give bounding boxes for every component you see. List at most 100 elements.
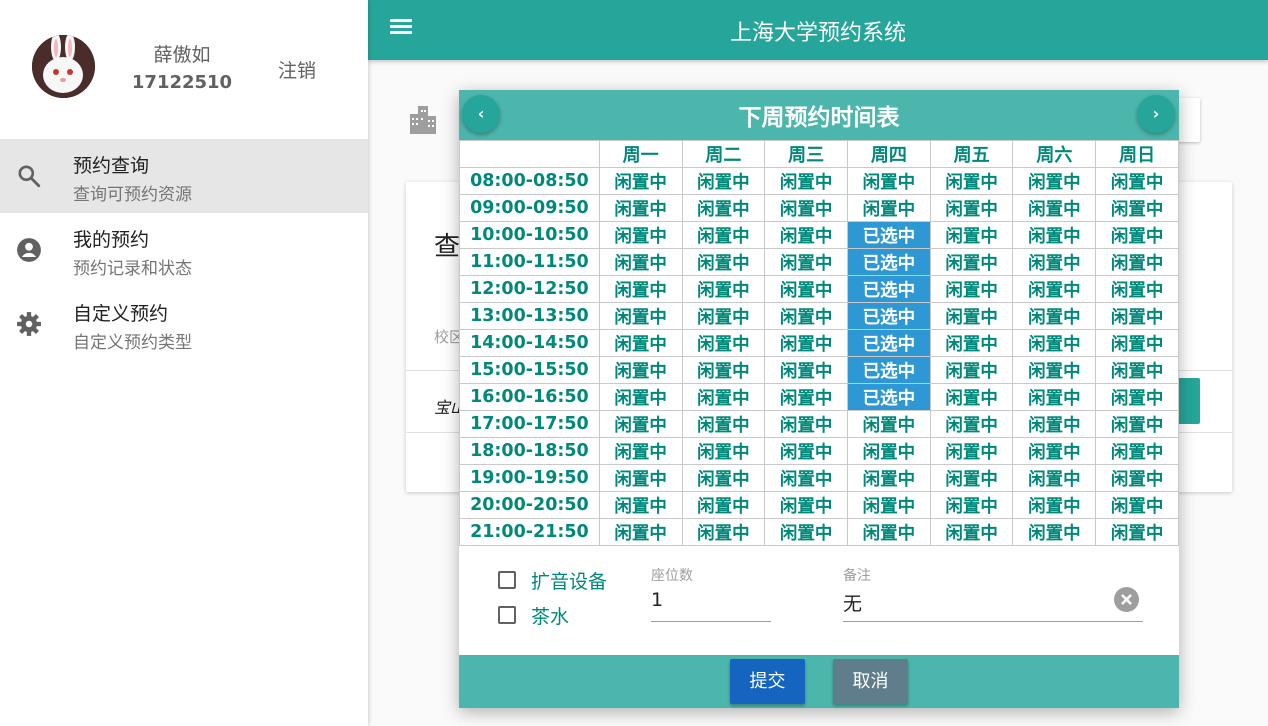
slot-cell-free[interactable]: 闲置中	[681, 275, 766, 303]
slot-cell-free[interactable]: 闲置中	[1012, 437, 1097, 465]
slot-cell-free[interactable]: 闲置中	[681, 410, 766, 438]
slot-cell-free[interactable]: 闲置中	[1012, 518, 1097, 546]
slot-cell-free[interactable]: 闲置中	[929, 437, 1014, 465]
slot-cell-selected[interactable]: 已选中	[847, 383, 931, 411]
submit-button[interactable]: 提交	[730, 659, 805, 704]
prev-week-button[interactable]: ‹	[462, 95, 500, 133]
slot-cell-free[interactable]: 闲置中	[929, 518, 1014, 546]
slot-cell-free[interactable]: 闲置中	[681, 491, 766, 519]
slot-cell-free[interactable]: 闲置中	[1095, 167, 1179, 195]
slot-cell-selected[interactable]: 已选中	[847, 248, 931, 276]
slot-cell-free[interactable]: 闲置中	[1095, 275, 1179, 303]
slot-cell-free[interactable]: 闲置中	[1012, 221, 1097, 249]
next-week-button[interactable]: ›	[1137, 95, 1175, 133]
slot-cell-free[interactable]: 闲置中	[929, 410, 1014, 438]
slot-cell-free[interactable]: 闲置中	[681, 221, 766, 249]
slot-cell-free[interactable]: 闲置中	[764, 248, 849, 276]
slot-cell-free[interactable]: 闲置中	[598, 329, 683, 357]
slot-cell-free[interactable]: 闲置中	[598, 221, 683, 249]
slot-cell-free[interactable]: 闲置中	[764, 491, 849, 519]
slot-cell-free[interactable]: 闲置中	[847, 167, 931, 195]
slot-cell-free[interactable]: 闲置中	[681, 437, 766, 465]
slot-cell-free[interactable]: 闲置中	[1012, 356, 1097, 384]
slot-cell-free[interactable]: 闲置中	[764, 302, 849, 330]
slot-cell-free[interactable]: 闲置中	[764, 383, 849, 411]
slot-cell-free[interactable]: 闲置中	[1012, 302, 1097, 330]
slot-cell-free[interactable]: 闲置中	[598, 464, 683, 492]
slot-cell-free[interactable]: 闲置中	[847, 518, 931, 546]
slot-cell-free[interactable]: 闲置中	[598, 194, 683, 222]
slot-cell-free[interactable]: 闲置中	[1095, 464, 1179, 492]
slot-cell-free[interactable]: 闲置中	[847, 437, 931, 465]
checkbox-icon[interactable]	[498, 571, 516, 589]
slot-cell-free[interactable]: 闲置中	[764, 194, 849, 222]
checkbox-icon[interactable]	[498, 606, 516, 624]
slot-cell-free[interactable]: 闲置中	[1012, 248, 1097, 276]
slot-cell-free[interactable]: 闲置中	[929, 194, 1014, 222]
sidebar-item-query[interactable]: 预约查询 查询可预约资源	[0, 139, 368, 213]
slot-cell-free[interactable]: 闲置中	[681, 194, 766, 222]
slot-cell-free[interactable]: 闲置中	[681, 464, 766, 492]
slot-cell-selected[interactable]: 已选中	[847, 302, 931, 330]
slot-cell-free[interactable]: 闲置中	[847, 194, 931, 222]
slot-cell-free[interactable]: 闲置中	[847, 464, 931, 492]
slot-cell-free[interactable]: 闲置中	[1095, 518, 1179, 546]
option-audio-checkbox[interactable]: 扩音设备	[498, 567, 638, 593]
slot-cell-free[interactable]: 闲置中	[598, 167, 683, 195]
slot-cell-selected[interactable]: 已选中	[847, 329, 931, 357]
slot-cell-free[interactable]: 闲置中	[1095, 329, 1179, 357]
slot-cell-free[interactable]: 闲置中	[764, 356, 849, 384]
slot-cell-free[interactable]: 闲置中	[847, 491, 931, 519]
slot-cell-free[interactable]: 闲置中	[1095, 410, 1179, 438]
slot-cell-free[interactable]: 闲置中	[1095, 356, 1179, 384]
slot-cell-free[interactable]: 闲置中	[681, 329, 766, 357]
slot-cell-free[interactable]: 闲置中	[1012, 464, 1097, 492]
slot-cell-free[interactable]: 闲置中	[929, 221, 1014, 249]
slot-cell-free[interactable]: 闲置中	[1012, 491, 1097, 519]
slot-cell-free[interactable]: 闲置中	[598, 491, 683, 519]
slot-cell-free[interactable]: 闲置中	[929, 167, 1014, 195]
slot-cell-free[interactable]: 闲置中	[681, 383, 766, 411]
slot-cell-free[interactable]: 闲置中	[929, 275, 1014, 303]
option-tea-checkbox[interactable]: 茶水	[498, 602, 638, 628]
slot-cell-free[interactable]: 闲置中	[1095, 383, 1179, 411]
clear-icon[interactable]	[1114, 587, 1139, 612]
slot-cell-free[interactable]: 闲置中	[1012, 275, 1097, 303]
slot-cell-free[interactable]: 闲置中	[929, 356, 1014, 384]
slot-cell-free[interactable]: 闲置中	[764, 410, 849, 438]
slot-cell-free[interactable]: 闲置中	[1012, 410, 1097, 438]
seats-input[interactable]: 1	[651, 589, 663, 611]
sidebar-item-custom[interactable]: 自定义预约 自定义预约类型	[0, 287, 368, 361]
slot-cell-free[interactable]: 闲置中	[681, 167, 766, 195]
slot-cell-free[interactable]: 闲置中	[598, 275, 683, 303]
slot-cell-free[interactable]: 闲置中	[764, 437, 849, 465]
cancel-button[interactable]: 取消	[833, 659, 908, 704]
slot-cell-free[interactable]: 闲置中	[598, 383, 683, 411]
slot-cell-free[interactable]: 闲置中	[598, 410, 683, 438]
slot-cell-free[interactable]: 闲置中	[1095, 194, 1179, 222]
slot-cell-free[interactable]: 闲置中	[598, 356, 683, 384]
slot-cell-free[interactable]: 闲置中	[681, 356, 766, 384]
slot-cell-free[interactable]: 闲置中	[929, 464, 1014, 492]
book-button[interactable]	[1176, 378, 1200, 424]
slot-cell-free[interactable]: 闲置中	[847, 410, 931, 438]
slot-cell-selected[interactable]: 已选中	[847, 275, 931, 303]
slot-cell-free[interactable]: 闲置中	[929, 248, 1014, 276]
slot-cell-selected[interactable]: 已选中	[847, 356, 931, 384]
sidebar-item-my-bookings[interactable]: 我的预约 预约记录和状态	[0, 213, 368, 287]
slot-cell-free[interactable]: 闲置中	[681, 518, 766, 546]
slot-cell-free[interactable]: 闲置中	[764, 329, 849, 357]
slot-cell-free[interactable]: 闲置中	[1095, 248, 1179, 276]
slot-cell-free[interactable]: 闲置中	[1012, 167, 1097, 195]
slot-cell-free[interactable]: 闲置中	[681, 302, 766, 330]
slot-cell-free[interactable]: 闲置中	[598, 302, 683, 330]
slot-cell-free[interactable]: 闲置中	[764, 464, 849, 492]
slot-cell-free[interactable]: 闲置中	[764, 275, 849, 303]
slot-cell-free[interactable]: 闲置中	[1012, 194, 1097, 222]
slot-cell-free[interactable]: 闲置中	[1012, 383, 1097, 411]
slot-cell-free[interactable]: 闲置中	[681, 248, 766, 276]
slot-cell-free[interactable]: 闲置中	[598, 248, 683, 276]
slot-cell-free[interactable]: 闲置中	[598, 437, 683, 465]
slot-cell-free[interactable]: 闲置中	[764, 518, 849, 546]
slot-cell-selected[interactable]: 已选中	[847, 221, 931, 249]
